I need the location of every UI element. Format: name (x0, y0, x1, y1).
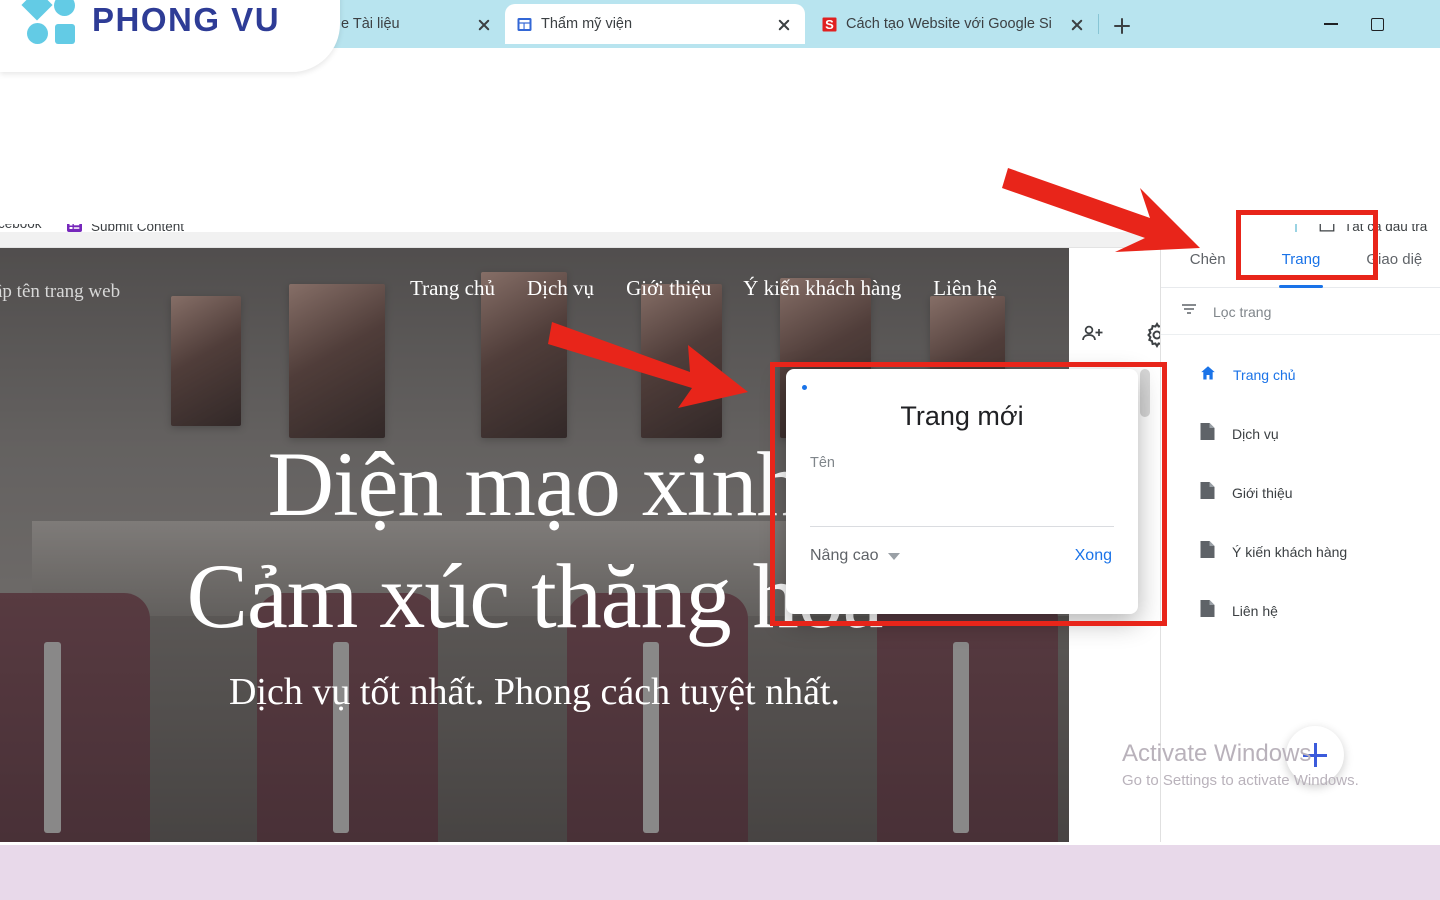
page-filter-placeholder: Lọc trang (1213, 303, 1272, 320)
sidebar-page-label: Dịch vụ (1232, 426, 1279, 442)
page-icon (1199, 540, 1216, 564)
nav-link-dich-vu[interactable]: Dịch vụ (527, 276, 594, 301)
browser-tab-1[interactable]: Thẩm mỹ viện (505, 4, 805, 44)
sidebar-page-dich-vu[interactable]: Dịch vụ (1161, 415, 1440, 453)
site-nav-links: Trang chủ Dịch vụ Giới thiệu Ý kiến khác… (410, 276, 997, 301)
sites-app-header: hẩm mỹ viện Đã lưu tất cả thay đổi trong… (0, 144, 1440, 353)
add-page-button[interactable] (1286, 726, 1344, 784)
sidebar-page-label: Giới thiệu (1232, 485, 1293, 501)
s-red-icon: S (820, 15, 838, 33)
chrome-browser-window: e Tài liệu Thẩm mỹ viện S Cách tạo Websi… (0, 0, 1440, 845)
sidebar-page-y-kien-khach-hang[interactable]: Ý kiến khách hàng (1161, 533, 1440, 571)
annotation-arrow-to-dialog (548, 322, 748, 408)
annotation-box-dialog (770, 362, 1167, 626)
phong-vu-mark-icon (21, 0, 78, 46)
phong-vu-logo-watermark: PHONG VU (0, 0, 340, 72)
sidebar-page-label: Liên hệ (1232, 603, 1278, 619)
minimize-button[interactable] (1308, 0, 1354, 48)
hero-subtitle: Dịch vụ tốt nhất. Phong cách tuyệt nhất. (228, 671, 841, 713)
sidebar-page-label: Ý kiến khách hàng (1232, 544, 1348, 560)
svg-text:S: S (825, 17, 834, 32)
phong-vu-wordmark: PHONG VU (92, 1, 281, 38)
annotation-box-trang-tab (1236, 210, 1378, 280)
nav-link-trang-chu[interactable]: Trang chủ (410, 276, 495, 301)
annotation-arrow-to-trang-tab (1002, 168, 1200, 252)
nav-link-lien-he[interactable]: Liên hệ (933, 276, 997, 301)
window-controls (1308, 0, 1440, 48)
share-icon[interactable] (1080, 321, 1108, 349)
sidebar-page-gioi-thieu[interactable]: Giới thiệu (1161, 474, 1440, 512)
canvas-horizontal-scrollbar[interactable] (0, 232, 1160, 478)
close-icon[interactable] (473, 13, 495, 35)
google-sites-icon (515, 15, 533, 33)
browser-tab-2[interactable]: S Cách tạo Website với Google Si (810, 4, 1098, 44)
sidebar-page-trang-chu[interactable]: Trang chủ (1161, 356, 1440, 394)
page-icon (1199, 481, 1216, 505)
sidebar-page-label: Trang chủ (1233, 367, 1296, 383)
site-name-placeholder[interactable]: ập tên trang web (0, 281, 120, 303)
page-icon (1199, 599, 1216, 623)
close-window-button[interactable] (1400, 0, 1440, 48)
filter-icon (1179, 299, 1199, 324)
browser-tab-title: Thẩm mỹ viện (541, 16, 633, 32)
restore-button[interactable] (1354, 0, 1400, 48)
bookmarks-bar: cebook Submit Content Tất cả dấu tra (0, 104, 1440, 238)
new-tab-button[interactable] (1108, 12, 1136, 40)
home-icon (1199, 364, 1217, 387)
nav-link-y-kien-khach-hang[interactable]: Ý kiến khách hàng (743, 276, 901, 301)
nav-link-gioi-thieu[interactable]: Giới thiệu (626, 276, 711, 301)
page-filter-row[interactable]: Lọc trang (1161, 289, 1440, 335)
close-icon[interactable] (773, 13, 795, 35)
windows-taskbar: Search T Zalo 3 E (0, 845, 1440, 900)
tab-separator (1098, 14, 1099, 34)
browser-tab-title: Cách tạo Website với Google Si (846, 16, 1052, 32)
close-icon[interactable] (1066, 13, 1088, 35)
sidebar-page-lien-he[interactable]: Liên hệ (1161, 592, 1440, 630)
browser-tab-title: e Tài liệu (341, 16, 400, 32)
page-icon (1199, 422, 1216, 446)
